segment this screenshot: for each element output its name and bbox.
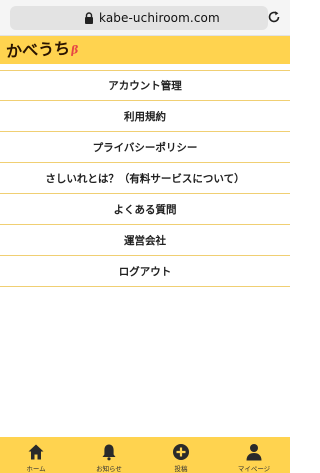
menu-item-account[interactable]: アカウント管理 — [0, 70, 290, 101]
menu-item-company[interactable]: 運営会社 — [0, 225, 290, 256]
tab-post-label: 投稿 — [174, 465, 188, 473]
url-field[interactable]: kabe-uchiroom.com — [10, 6, 268, 30]
site-logo[interactable]: かべうち β — [5, 34, 79, 62]
menu-item-privacy[interactable]: プライバシーポリシー — [0, 132, 290, 163]
logo-beta-mark: β — [70, 43, 79, 57]
menu-item-terms[interactable]: 利用規約 — [0, 101, 290, 132]
person-icon — [246, 444, 262, 461]
bell-icon — [102, 444, 116, 461]
settings-menu: アカウント管理 利用規約 プライバシーポリシー さしいれとは？（有料サービスにつ… — [0, 70, 290, 287]
url-text: kabe-uchiroom.com — [99, 11, 220, 25]
tab-mypage-label: マイページ — [237, 465, 271, 473]
tab-home[interactable]: ホーム — [0, 437, 72, 473]
logo-text: かべうち — [5, 38, 71, 61]
reload-icon[interactable] — [267, 10, 281, 24]
tab-home-label: ホーム — [26, 465, 46, 473]
bottom-tab-bar: ホーム お知らせ 投稿 マイページ — [0, 437, 290, 473]
tab-notifications[interactable]: お知らせ — [73, 437, 145, 473]
lock-icon — [85, 12, 93, 24]
menu-item-sashiire[interactable]: さしいれとは？（有料サービスについて） — [0, 163, 290, 194]
tab-post[interactable]: 投稿 — [145, 437, 217, 473]
tab-mypage[interactable]: マイページ — [218, 437, 290, 473]
menu-item-logout[interactable]: ログアウト — [0, 256, 290, 287]
plus-circle-icon — [173, 444, 189, 460]
tab-notifications-label: お知らせ — [96, 465, 122, 473]
browser-address-bar: kabe-uchiroom.com — [0, 0, 290, 36]
menu-item-faq[interactable]: よくある質問 — [0, 194, 290, 225]
home-icon — [28, 444, 44, 460]
site-header: かべうち β — [0, 36, 290, 64]
